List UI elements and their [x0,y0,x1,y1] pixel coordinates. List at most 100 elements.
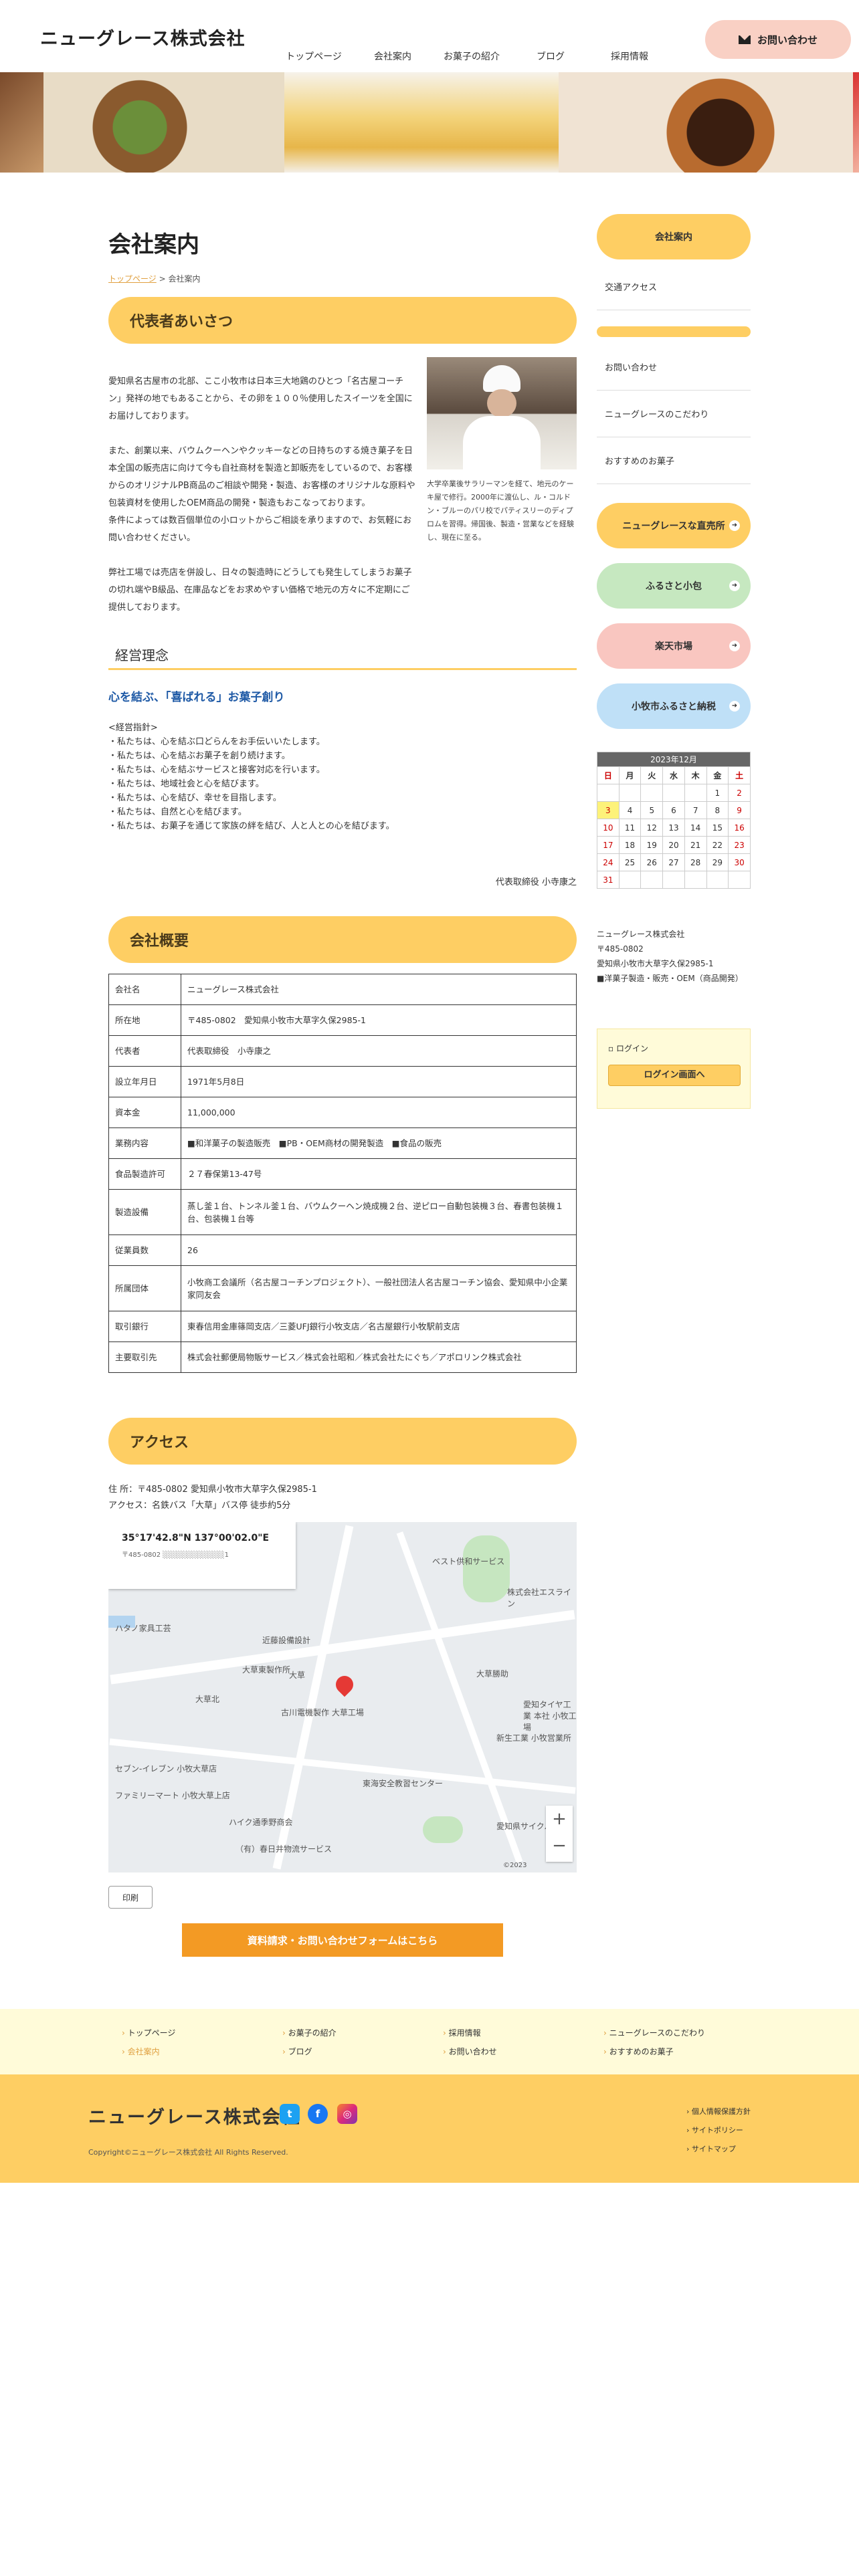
calendar-day: 22 [706,836,729,854]
greeting-paragraph: また、創業以来、バウムクーヘンやクッキーなどの日持ちのする焼き菓子を日本全国の販… [108,446,415,508]
print-button[interactable]: 印刷 [108,1886,153,1909]
calendar-day: 13 [662,819,685,837]
sidebar-item-access[interactable]: 交通アクセス [597,263,751,310]
map-copyright: ©2023 [503,1862,527,1869]
calendar-day [684,784,707,802]
instagram-icon[interactable]: ◎ [337,2104,357,2124]
facebook-icon[interactable]: f [308,2104,328,2124]
table-value: 〒485-0802 愛知県小牧市大草字久保2985-1 [181,1004,577,1036]
calendar-day: 26 [640,853,664,871]
sidebar-item-commitment[interactable]: ニューグレースのこだわり [597,391,751,437]
footer-link-recommend[interactable]: おすすめのお菓子 [603,2042,705,2061]
nav-recruit[interactable]: 採用情報 [590,49,669,63]
calendar-weekdays: 日 月 火 水 木 金 土 [597,766,751,784]
copyright: Copyright©ニューグレース株式会社 All Rights Reserve… [88,2148,288,2157]
breadcrumb-current: 会社案内 [168,274,201,284]
table-value: 11,000,000 [181,1097,577,1128]
chef-caption: 大学卒業後サラリーマンを経て、地元のケーキ屋で修行。2000年に渡仏し、ル・コル… [427,479,574,542]
hero-image-strawberry [853,72,859,173]
calendar-day [728,871,751,889]
footer-link-top[interactable]: トップページ [122,2024,176,2042]
map-label: 東海安全教習センター [363,1779,444,1788]
footer-logo[interactable]: ニューグレース株式会社 [88,2103,301,2129]
nav-top[interactable]: トップページ [274,49,353,63]
main-nav: トップページ 会社案内 お菓子の紹介 ブログ 採用情報 [274,49,669,63]
footer-nav: トップページ 会社案内 お菓子の紹介 ブログ 採用情報 お問い合わせ ニューグレ… [0,2009,859,2074]
nav-blog[interactable]: ブログ [511,49,590,63]
breadcrumb: トップページ > 会社案内 [108,273,200,284]
google-map[interactable]: ベスト供和サービス 株式会社エスライン ハタノ家具工芸 近藤設備設計 大草 大草… [108,1522,577,1872]
business-calendar: 2023年12月 日 月 火 水 木 金 土 1 2 3 4 5 6 7 8 9 10 11 12 13… [597,752,751,889]
login-button[interactable]: ログイン画面へ [608,1065,741,1086]
calendar-day [618,784,642,802]
sidebar-item-recommend[interactable]: おすすめのお菓子 [597,437,751,484]
hero-image-cheesecake [284,72,559,173]
map-label: 近藤設備設計 [262,1636,311,1645]
map-label: ファミリーマート 小牧大草上店 [115,1791,230,1800]
site-logo[interactable]: ニューグレース株式会社 [40,24,246,50]
calendar-day [706,871,729,889]
arrow-right-icon: ➜ [729,641,740,651]
footer-link-sweets[interactable]: お菓子の紹介 [282,2024,337,2042]
breadcrumb-home[interactable]: トップページ [108,274,157,284]
nav-sweets[interactable]: お菓子の紹介 [432,49,511,63]
map-label: ベスト供和サービス [432,1557,505,1566]
calendar-week: 24 25 26 27 28 29 30 [597,853,751,871]
greeting-text: 愛知県名古屋市の北部、ここ小牧市は日本三大地鶏のひとつ「名古屋コーチン」発祥の地… [108,373,416,634]
footer-link-site-policy[interactable]: サイトポリシー [686,2121,751,2140]
calendar-day: 29 [706,853,729,871]
footer-nav-column: 採用情報 お問い合わせ [443,2024,497,2061]
table-value: 小牧商工会議所（名古屋コーチンプロジェクト）、一般社団法人名古屋コーチン協会、愛… [181,1265,577,1311]
footer-link-contact[interactable]: お問い合わせ [443,2042,497,2061]
map-marker-icon[interactable] [332,1672,357,1697]
zoom-out-button[interactable]: − [546,1832,573,1859]
twitter-icon[interactable]: t [280,2104,300,2124]
table-row: 代表者 代表取締役 小寺康之 [108,1035,577,1067]
footer-link-sitemap[interactable]: サイトマップ [686,2140,751,2159]
sidebar-item-company[interactable]: 会社案内 [597,214,751,259]
sidebar-banner-furusato-parcel[interactable]: ふるさと小包 ➜ [597,563,751,609]
table-row: 所属団体 小牧商工会議所（名古屋コーチンプロジェクト）、一般社団法人名古屋コーチン… [108,1265,577,1311]
calendar-title: 2023年12月 [597,752,751,767]
contact-button[interactable]: お問い合わせ [705,20,851,59]
map-info-card[interactable]: 35°17'42.8"N 137°00'02.0"E 〒485-0802 ░░░… [108,1522,296,1589]
inquiry-form-button[interactable]: 資料請求・お問い合わせフォームはこちら [182,1923,503,1957]
footer-link-recruit[interactable]: 採用情報 [443,2024,497,2042]
calendar-day: 28 [684,853,707,871]
table-row: 資本金 11,000,000 [108,1097,577,1128]
policy-list: <経営指針> ・私たちは、心を結ぶ口どらんをお手伝いいたします。 ・私たちは、心… [108,721,395,833]
footer-link-company[interactable]: 会社案内 [122,2042,175,2061]
envelope-icon [738,35,751,44]
calendar-day [618,871,642,889]
map-label: 株式会社エスライン [507,1588,572,1608]
arrow-right-icon: ➜ [729,520,740,531]
sidebar-banner-rakuten[interactable]: 楽天市場 ➜ [597,623,751,669]
calendar-day: 24 [597,853,619,871]
table-row: 従業員数 26 [108,1235,577,1266]
sidebar-banner-furusato-tax[interactable]: 小牧市ふるさと納税 ➜ [597,683,751,729]
nav-company[interactable]: 会社案内 [353,49,432,63]
map-label: 新生工業 小牧営業所 [496,1733,571,1743]
calendar-day: 11 [618,819,642,837]
calendar-day [662,871,685,889]
policy-item: ・私たちは、自然と心を結びます。 [108,807,247,817]
table-label: 設立年月日 [108,1066,181,1097]
sidebar-business: ■洋菓子製造・販売・OEM（商品開発） [597,974,743,983]
calendar-day [662,784,685,802]
calendar-week: 17 18 19 20 21 22 23 [597,836,751,854]
philosophy-motto: 心を結ぶ、「喜ばれる」お菓子創り [108,691,285,704]
sidebar-item-contact[interactable]: お問い合わせ [597,344,751,391]
sidebar-banner-shop[interactable]: ニューグレースな直売所 ➜ [597,503,751,548]
calendar-day: 18 [618,836,642,854]
calendar-weekday: 火 [640,766,664,784]
table-label: 主要取引先 [108,1341,181,1373]
footer-link-commitment[interactable]: ニューグレースのこだわり [603,2024,705,2042]
table-row: 所在地 〒485-0802 愛知県小牧市大草字久保2985-1 [108,1004,577,1036]
site-header: ニューグレース株式会社 トップページ 会社案内 お菓子の紹介 ブログ 採用情報 … [0,0,859,72]
footer-link-privacy[interactable]: 個人情報保護方針 [686,2103,751,2121]
table-label: 取引銀行 [108,1311,181,1342]
map-label: 大草 [289,1671,306,1680]
greeting-paragraph: 条件によっては数百個単位の小ロットからご相談を承りますので、お気軽にお問い合わせ… [108,516,412,543]
zoom-in-button[interactable]: + [546,1806,573,1832]
footer-link-blog[interactable]: ブログ [282,2042,337,2061]
